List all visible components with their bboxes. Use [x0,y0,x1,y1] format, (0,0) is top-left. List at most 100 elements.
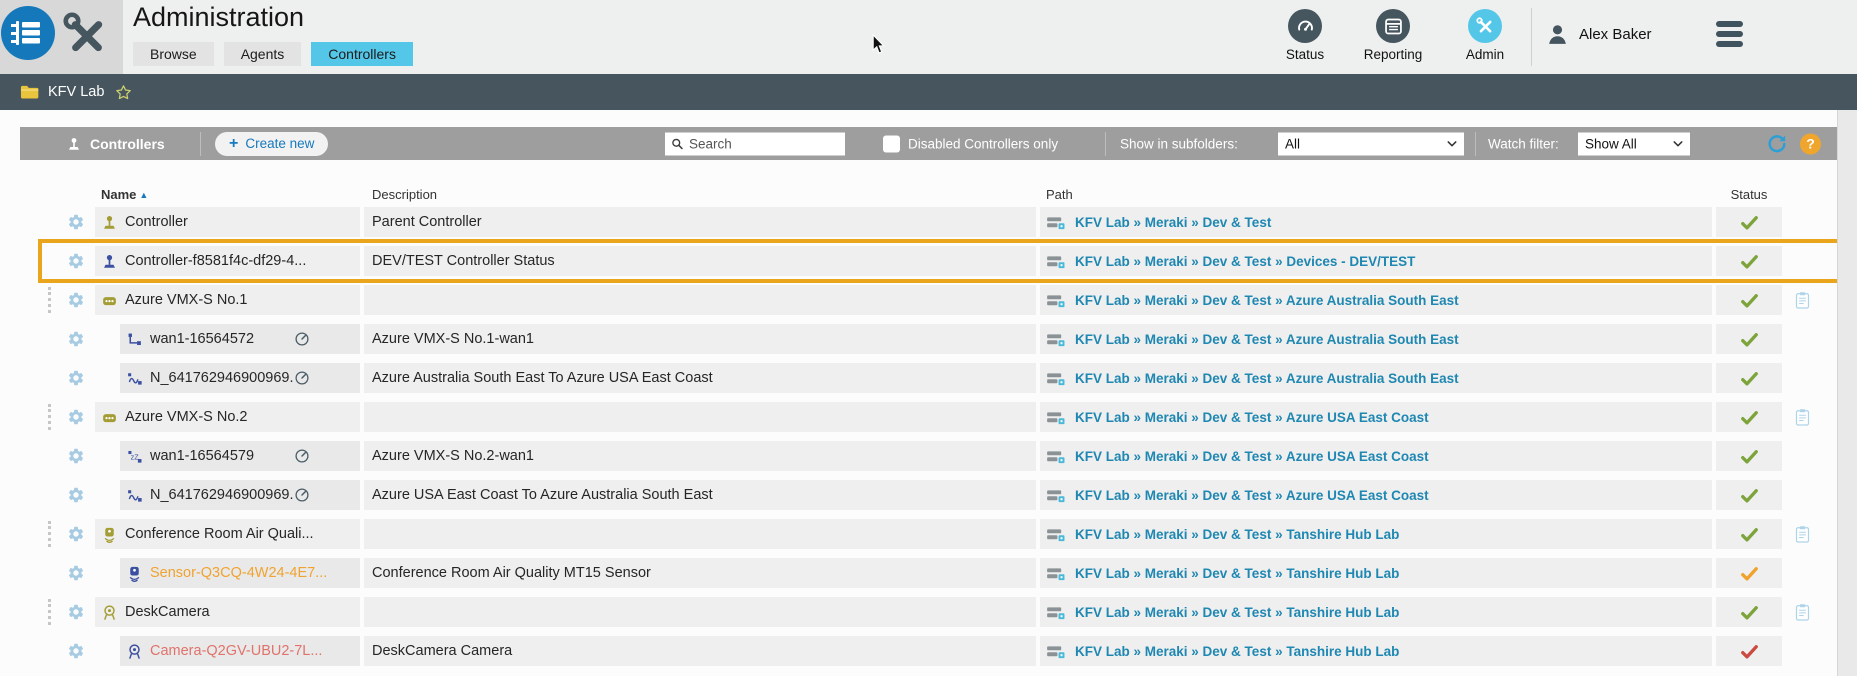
nav-reporting[interactable]: Reporting [1354,9,1432,62]
controller-description: Azure VMX-S No.1-wan1 [372,331,534,347]
clipboard-icon[interactable] [1795,408,1810,427]
table-row[interactable]: Conference Room Air Quali... KFV Lab » Me… [45,519,1834,549]
app-header: Administration Browse Agents Controllers… [0,0,1857,74]
gear-icon[interactable] [67,486,85,504]
table-row[interactable]: N_641762946900969... Azure Australia Sout… [45,363,1834,393]
status-ok-icon [1740,291,1759,310]
gear-icon[interactable] [67,252,85,270]
column-header-path[interactable]: Path [1040,187,1712,202]
refresh-icon[interactable] [1766,133,1788,155]
controller-name[interactable]: Conference Room Air Quali... [125,526,314,542]
tab-browse[interactable]: Browse [133,42,214,66]
table-row[interactable]: Camera-Q2GV-UBU2-7L... DeskCamera Camera K… [45,636,1834,666]
table-row[interactable]: wan1-16564572 Azure VMX-S No.1-wan1 KFV La… [45,324,1834,354]
path-link[interactable]: KFV Lab » Meraki » Dev & Test » Azure US… [1075,488,1429,503]
drag-handle-icon[interactable] [48,521,51,547]
help-icon[interactable]: ? [1800,133,1821,154]
table-row[interactable]: DeskCamera KFV Lab » Meraki » Dev & Test … [45,597,1834,627]
app-logo-icon[interactable] [1,4,59,62]
gear-icon[interactable] [67,564,85,582]
gear-icon[interactable] [67,603,85,621]
toolbar-divider [200,131,201,156]
status-ok-icon [1740,369,1759,388]
path-link[interactable]: KFV Lab » Meraki » Dev & Test » Azure US… [1075,449,1429,464]
path-link[interactable]: KFV Lab » Meraki » Dev & Test » Tanshire… [1075,527,1399,542]
path-link[interactable]: KFV Lab » Meraki » Dev & Test » Tanshire… [1075,566,1399,581]
breadcrumb-location[interactable]: KFV Lab [48,84,104,100]
user-menu[interactable]: Alex Baker [1545,22,1652,47]
table-row[interactable]: Controller-f8581f4c-df29-4... DEV/TEST Co… [38,239,1841,283]
gear-icon[interactable] [67,642,85,660]
gear-icon[interactable] [67,525,85,543]
drag-handle-icon[interactable] [48,404,51,430]
user-name: Alex Baker [1579,26,1652,43]
controller-name[interactable]: wan1-16564579 [150,448,254,464]
controller-name[interactable]: Controller [125,214,188,230]
robot-icon [101,292,118,309]
clipboard-icon[interactable] [1795,291,1810,310]
controller-name[interactable]: DeskCamera [125,604,210,620]
menu-icon[interactable] [1716,21,1743,51]
path-link[interactable]: KFV Lab » Meraki » Dev & Test » Azure US… [1075,410,1429,425]
interface-sleep-icon: zZ [126,448,143,465]
table-row[interactable]: Sensor-Q3CQ-4W24-4E7... Conference Room A… [45,558,1834,588]
path-link[interactable]: KFV Lab » Meraki » Dev & Test » Tanshire… [1075,605,1399,620]
status-warning-icon [1740,564,1759,583]
gear-icon[interactable] [67,330,85,348]
favorite-star-icon[interactable] [114,83,133,102]
path-link[interactable]: KFV Lab » Meraki » Dev & Test » Azure Au… [1075,332,1459,347]
column-header-status[interactable]: Status [1716,187,1782,202]
table-row[interactable]: Azure VMX-S No.1 KFV Lab » Meraki » Dev &… [45,285,1834,315]
drag-handle-icon[interactable] [48,287,51,313]
breadcrumb: KFV Lab [0,74,1857,110]
controller-name[interactable]: Sensor-Q3CQ-4W24-4E7... [150,565,327,581]
gear-icon[interactable] [67,291,85,309]
tab-controllers[interactable]: Controllers [311,42,413,66]
tab-agents[interactable]: Agents [223,42,302,66]
gear-icon[interactable] [67,369,85,387]
table-row[interactable]: Azure VMX-S No.2 KFV Lab » Meraki » Dev &… [45,402,1834,432]
status-ok-icon [1740,525,1759,544]
disabled-controllers-label: Disabled Controllers only [908,136,1059,151]
gear-icon[interactable] [67,213,85,231]
nav-status[interactable]: Status [1266,9,1344,62]
app-window: Administration Browse Agents Controllers… [0,0,1857,676]
column-header-description[interactable]: Description [364,187,1036,202]
controller-name[interactable]: N_641762946900969... [150,487,294,503]
controller-name[interactable]: Camera-Q2GV-UBU2-7L... [150,643,322,659]
create-new-button[interactable]: + Create new [215,131,329,156]
status-ok-icon [1740,486,1759,505]
path-icon [1046,371,1067,386]
controller-name[interactable]: wan1-16564572 [150,331,254,347]
nav-admin[interactable]: Admin [1446,9,1524,62]
controller-name[interactable]: N_641762946900969... [150,370,294,386]
gauge-icon [294,331,310,347]
gear-icon[interactable] [67,408,85,426]
clipboard-icon[interactable] [1795,603,1810,622]
tools-icon [1468,9,1502,43]
controller-name[interactable]: Azure VMX-S No.1 [125,292,248,308]
controller-name[interactable]: Controller-f8581f4c-df29-4... [125,253,306,269]
gear-icon[interactable] [67,447,85,465]
toolbar-title-label: Controllers [90,135,165,152]
path-link[interactable]: KFV Lab » Meraki » Dev & Test » Devices … [1075,254,1415,269]
table-row[interactable]: Controller Parent Controller KFV Lab » Mer… [45,207,1834,237]
watch-filter-select[interactable]: Show All [1578,132,1690,155]
watch-filter-value: Show All [1585,136,1637,151]
table-row[interactable]: zZ wan1-16564579 Azure VMX-S No.2-wan1 KFV … [45,441,1834,471]
path-link[interactable]: KFV Lab » Meraki » Dev & Test » Azure Au… [1075,293,1459,308]
column-header-name[interactable]: Name ▲ [95,187,360,202]
path-link[interactable]: KFV Lab » Meraki » Dev & Test [1075,215,1271,230]
search-input[interactable] [689,136,839,151]
path-link[interactable]: KFV Lab » Meraki » Dev & Test » Azure Au… [1075,371,1459,386]
path-link[interactable]: KFV Lab » Meraki » Dev & Test » Tanshire… [1075,644,1399,659]
subfolders-select[interactable]: All [1278,132,1464,155]
table-row[interactable]: N_641762946900969... Azure USA East Coast… [45,480,1834,510]
create-new-label: Create new [245,136,315,151]
status-ok-icon [1740,252,1759,271]
drag-handle-icon[interactable] [48,599,51,625]
clipboard-icon[interactable] [1795,525,1810,544]
disabled-controllers-checkbox[interactable] [883,135,900,152]
toolbar-divider [1105,131,1106,156]
controller-name[interactable]: Azure VMX-S No.2 [125,409,248,425]
